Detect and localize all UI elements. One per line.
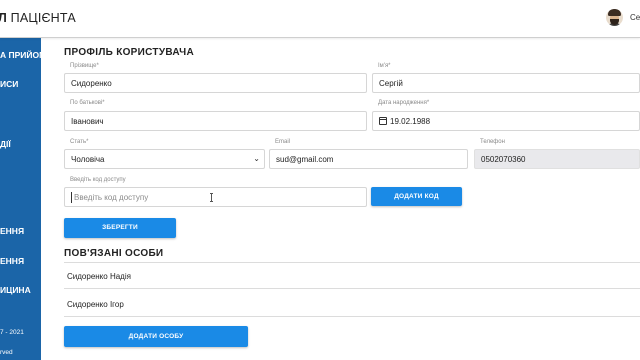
sidebar-item-appointment[interactable]: А ПРИЙОМ xyxy=(0,50,41,60)
app-title-rest: ПАЦІЄНТА xyxy=(6,11,76,25)
add-person-button[interactable]: ДОДАТИ ОСОБУ xyxy=(64,326,248,347)
gender-selected: Чоловіча xyxy=(71,155,105,164)
access-code-input[interactable]: Введіть код доступу xyxy=(64,187,367,207)
avatar[interactable] xyxy=(606,9,623,26)
birthdate-value: 19.02.1988 xyxy=(390,117,431,126)
sidebar-item-medicine[interactable]: ИЦИНА xyxy=(0,285,31,295)
main-content: ПРОФІЛЬ КОРИСТУВАЧА Прізвище* Сидоренко … xyxy=(41,38,640,360)
text-caret xyxy=(71,192,72,203)
related-person-row[interactable]: Сидоренко Ігор xyxy=(64,289,640,317)
top-bar: Л ПАЦІЄНТА Сер xyxy=(0,0,640,38)
sidebar-item-records[interactable]: ИСИ xyxy=(0,79,18,89)
app-title-prefix: Л xyxy=(0,11,7,25)
patronymic-field[interactable]: Іванович xyxy=(64,111,367,131)
sidebar-footer-years: 7 - 2021 xyxy=(0,329,24,336)
add-code-button[interactable]: ДОДАТИ КОД xyxy=(371,187,462,206)
related-persons-title: ПОВ'ЯЗАНІ ОСОБИ xyxy=(64,248,164,259)
access-code-label: Введіть код доступу xyxy=(70,177,126,183)
surname-label: Прізвище* xyxy=(70,63,99,69)
name-label: Ім'я* xyxy=(378,63,391,69)
sidebar-item-section-a[interactable]: ЕННЯ xyxy=(0,226,24,236)
sidebar-item-actions[interactable]: ДІЇ xyxy=(0,139,11,149)
birthdate-field[interactable]: 19.02.1988 xyxy=(372,111,640,131)
email-label: Email xyxy=(275,139,291,145)
gender-label: Стать* xyxy=(70,139,89,145)
profile-title: ПРОФІЛЬ КОРИСТУВАЧА xyxy=(64,47,194,58)
sidebar-footer-rights: rved xyxy=(0,349,13,356)
mouse-cursor-icon xyxy=(210,193,214,202)
related-person-row[interactable]: Сидоренко Надія xyxy=(64,262,640,289)
sidebar: А ПРИЙОМ ИСИ ДІЇ ЕННЯ ЕННЯ ИЦИНА 7 - 202… xyxy=(0,38,41,360)
app-title[interactable]: Л ПАЦІЄНТА xyxy=(0,11,76,25)
access-code-placeholder: Введіть код доступу xyxy=(74,193,149,202)
surname-field[interactable]: Сидоренко xyxy=(64,73,367,93)
name-field[interactable]: Сергій xyxy=(372,73,640,93)
save-button[interactable]: ЗБЕРЕГТИ xyxy=(64,218,176,238)
sidebar-item-section-b[interactable]: ЕННЯ xyxy=(0,256,24,266)
phone-field: 0502070360 xyxy=(474,149,640,169)
gender-select[interactable]: Чоловіча ⌄ xyxy=(64,149,265,169)
birthdate-label: Дата народження* xyxy=(378,100,430,106)
chevron-down-icon: ⌄ xyxy=(253,154,260,163)
user-name[interactable]: Сер xyxy=(630,13,640,22)
calendar-icon[interactable] xyxy=(379,117,387,125)
patronymic-label: По батькові* xyxy=(70,100,105,106)
phone-label: Телефон xyxy=(480,139,505,145)
email-field[interactable]: sud@gmail.com xyxy=(269,149,468,169)
